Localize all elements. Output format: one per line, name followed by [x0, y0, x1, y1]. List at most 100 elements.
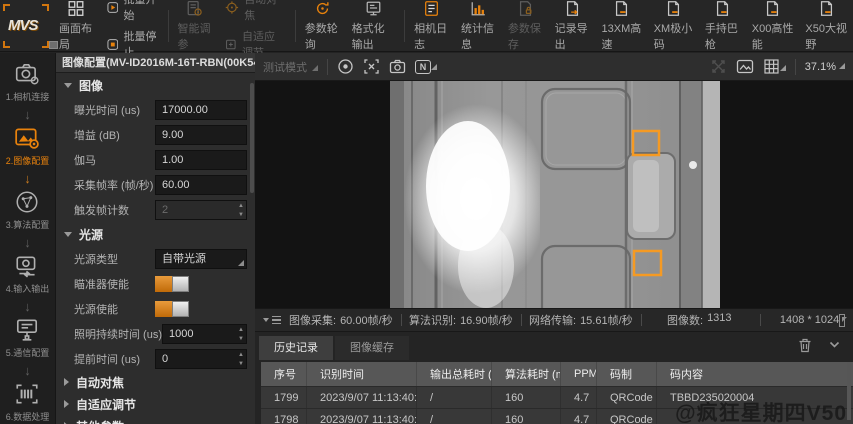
section-autofocus[interactable]: 自动对焦	[56, 371, 255, 393]
chevron-right-icon	[64, 378, 69, 386]
sidebar-item-image-config[interactable]: 2.图像配置	[6, 125, 50, 169]
test-mode-dropdown[interactable]: 测试模式	[263, 59, 318, 75]
preset-doc-icon	[763, 0, 782, 17]
preset-x50-label: X50大视野	[805, 20, 847, 52]
batch-stop-icon	[107, 37, 119, 52]
preset-13xm-button[interactable]: 13XM高速	[596, 0, 648, 52]
gain-input[interactable]: 9.00	[155, 125, 247, 145]
preset-x00-button[interactable]: X00高性能	[746, 0, 800, 52]
logo-corner	[42, 4, 49, 11]
cell-ppm: 4.7	[561, 409, 597, 424]
format-output-label: 格式化输出	[352, 20, 396, 52]
col-header-time[interactable]: 识别时间	[307, 362, 417, 386]
col-header-algo-cost[interactable]: 算法耗时 (ms)	[492, 362, 561, 386]
exposure-value: 17000.00	[162, 104, 208, 116]
zoom-level-dropdown[interactable]: 37.1%	[805, 61, 845, 73]
spinner-arrows[interactable]: ▲▼	[238, 202, 244, 219]
smart-tune-button[interactable]: 智能调参	[172, 0, 219, 52]
logo-text: MVS	[8, 17, 38, 34]
algorithm-rate: 算法识别:16.90帧/秒	[409, 312, 513, 328]
panel-toggle-chip[interactable]	[49, 41, 58, 49]
format-output-button[interactable]: 格式化输出	[346, 0, 402, 52]
cell-code-type: QRCode	[597, 387, 657, 408]
statistics-button[interactable]: 统计信息	[455, 0, 502, 52]
adaptive-adjust-icon	[225, 37, 237, 52]
algorithm-icon	[14, 189, 40, 215]
grid-view-icon[interactable]	[763, 58, 786, 75]
layout-button[interactable]: 画面布局	[53, 0, 100, 52]
duration-value: 1000	[169, 328, 193, 340]
section-light[interactable]: 光源	[56, 222, 255, 246]
expand-icon[interactable]	[839, 314, 845, 327]
framerate-row: 采集帧率 (帧/秒) 60.00	[56, 172, 255, 197]
workflow-sidebar: 1.相机连接 ↓ 2.图像配置 ↓ 3.算法配置 ↓ 4.输入输出 ↓	[0, 53, 55, 424]
table-row[interactable]: 1798 2023/9/07 11:13:40:057 / 160 4.7 QR…	[261, 408, 853, 424]
col-header-code-type[interactable]: 码制	[597, 362, 657, 386]
aimer-toggle[interactable]	[155, 276, 189, 292]
col-header-ppm[interactable]: PPM	[561, 362, 597, 386]
col-header-code-content[interactable]: 码内容	[657, 362, 853, 386]
trigger-count-label: 触发帧计数	[74, 202, 129, 218]
section-image[interactable]: 图像	[56, 73, 255, 97]
param-polling-button[interactable]: 参数轮询	[299, 0, 346, 52]
advance-input[interactable]: 0 ▲▼	[155, 349, 247, 369]
gamma-input[interactable]: 1.00	[155, 150, 247, 170]
duration-input[interactable]: 1000 ▲▼	[162, 324, 247, 344]
spinner-arrows[interactable]: ▲▼	[238, 351, 244, 368]
advance-value: 0	[162, 353, 168, 365]
toolbar-separator	[404, 10, 405, 42]
table-row[interactable]: 1799 2023/9/07 11:13:40:057 / 160 4.7 QR…	[261, 386, 853, 408]
preset-x50-button[interactable]: X50大视野	[799, 0, 853, 52]
dropdown-corner-icon	[839, 63, 845, 69]
image-toolbar: 测试模式 N	[255, 53, 853, 81]
toolbar-separator	[295, 10, 296, 42]
preset-xm-button[interactable]: XM极小码	[648, 0, 699, 52]
collapse-chevron-icon[interactable]	[828, 338, 841, 351]
spinner-arrows[interactable]: ▲▼	[238, 326, 244, 343]
camera-image	[390, 81, 720, 308]
record-target-icon[interactable]	[337, 58, 354, 75]
communication-icon	[14, 317, 40, 343]
section-adaptive[interactable]: 自适应调节	[56, 393, 255, 415]
col-header-index[interactable]: 序号	[261, 362, 307, 386]
status-menu-icon[interactable]	[263, 316, 281, 324]
sidebar-item-data-process[interactable]: 6.数据处理	[6, 381, 50, 424]
light-enable-toggle[interactable]	[155, 301, 189, 317]
tab-image-cache[interactable]: 图像缓存	[335, 336, 409, 360]
table-scrollbar[interactable]	[847, 362, 851, 420]
cell-index: 1798	[261, 409, 307, 424]
sidebar-item-input-output[interactable]: 4.输入输出	[6, 253, 50, 297]
snapshot-camera-icon[interactable]	[389, 58, 406, 75]
preset-handheld-button[interactable]: 手持巴枪	[699, 0, 746, 52]
sidebar-item-camera-connect[interactable]: 1.相机连接	[6, 61, 50, 105]
move-tool-icon[interactable]	[710, 58, 727, 75]
auto-focus-button[interactable]: 自动对焦	[225, 0, 284, 23]
chevron-down-icon	[64, 83, 72, 88]
record-export-button[interactable]: 记录导出	[549, 0, 596, 52]
sidebar-item-communication[interactable]: 5.通信配置	[6, 317, 50, 361]
sidebar-item-algorithm-config[interactable]: 3.算法配置	[6, 189, 50, 233]
down-arrow-icon: ↓	[24, 362, 31, 380]
n-mode-icon[interactable]: N	[415, 60, 437, 74]
tab-history-record[interactable]: 历史记录	[259, 336, 333, 360]
param-save-icon	[516, 0, 535, 17]
exposure-row: 曝光时间 (us) 17000.00	[56, 97, 255, 122]
section-other[interactable]: 其他参数	[56, 415, 255, 424]
col-header-output-cost[interactable]: 输出总耗时 (ms)	[417, 362, 492, 386]
config-scrollbar[interactable]	[250, 83, 254, 193]
exposure-input[interactable]: 17000.00	[155, 100, 247, 120]
format-output-icon	[364, 0, 383, 17]
cross-region-icon[interactable]	[363, 58, 380, 75]
framerate-input[interactable]: 60.00	[155, 175, 247, 195]
param-save-button[interactable]: 参数保存	[502, 0, 549, 52]
cell-time: 2023/9/07 11:13:40:057	[307, 387, 417, 408]
trash-icon[interactable]	[798, 338, 812, 353]
chevron-right-icon	[64, 400, 69, 408]
camera-log-button[interactable]: 相机日志	[408, 0, 455, 52]
batch-start-button[interactable]: 批量开始	[107, 0, 158, 23]
light-type-dropdown[interactable]: 自带光源	[155, 249, 247, 269]
grid-layout-icon	[66, 0, 86, 17]
cell-code-content: TBBD235020004	[657, 387, 853, 408]
image-viewport[interactable]	[255, 81, 853, 308]
fit-image-icon[interactable]	[736, 59, 754, 74]
